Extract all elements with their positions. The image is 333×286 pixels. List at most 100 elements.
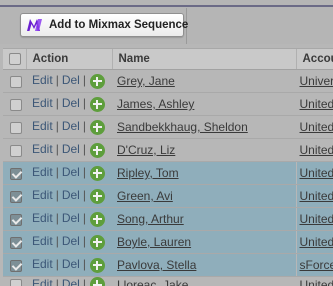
account-name-link[interactable]: United <box>300 143 333 157</box>
contact-name-link[interactable]: Pavlova, Stella <box>117 258 196 272</box>
row-checkbox[interactable] <box>9 144 22 157</box>
row-select-cell[interactable] <box>3 92 26 116</box>
edit-link[interactable]: Edit <box>32 211 53 225</box>
row-checkbox[interactable] <box>9 259 22 272</box>
account-column-header[interactable]: Accou <box>295 48 333 70</box>
contact-name-link[interactable]: D'Cruz, Liz <box>117 143 175 157</box>
add-plus-icon[interactable] <box>89 96 105 112</box>
contact-name-link[interactable]: Green, Avi <box>117 189 173 203</box>
action-separator: | <box>82 73 86 88</box>
contact-name-link[interactable]: James, Ashley <box>117 97 194 111</box>
row-select-cell[interactable] <box>3 138 26 162</box>
action-separator: | <box>82 234 86 249</box>
add-plus-icon[interactable] <box>89 73 105 89</box>
delete-link[interactable]: Del <box>62 188 80 202</box>
row-checkbox[interactable] <box>9 98 22 111</box>
table-row[interactable]: Edit | Del | Ripley, Tom United <box>3 161 333 185</box>
add-plus-icon[interactable] <box>89 211 105 227</box>
delete-link[interactable]: Del <box>62 277 80 286</box>
table-row[interactable]: Edit | Del | Pavlova, Stella sForce <box>3 253 333 277</box>
edit-link[interactable]: Edit <box>32 96 53 110</box>
account-cell: United <box>296 92 333 116</box>
add-plus-icon[interactable] <box>89 277 105 286</box>
add-plus-icon[interactable] <box>89 234 105 250</box>
table-row[interactable]: Edit | Del | James, Ashley United <box>3 92 333 116</box>
add-to-mixmax-sequence-button[interactable]: Add to Mixmax Sequence <box>20 13 188 37</box>
contact-name-cell: Sandbekkhaug, Sheldon <box>112 115 296 139</box>
row-checkbox[interactable] <box>9 279 22 286</box>
contact-name-cell: D'Cruz, Liz <box>112 138 296 162</box>
row-select-cell[interactable] <box>3 276 26 286</box>
contact-name-link[interactable]: Lloreac, Jake <box>117 278 188 286</box>
contact-name-cell: Ripley, Tom <box>112 161 296 185</box>
delete-link[interactable]: Del <box>62 119 80 133</box>
contact-name-cell: Boyle, Lauren <box>112 230 296 254</box>
row-checkbox[interactable] <box>9 75 22 88</box>
row-checkbox[interactable] <box>9 190 22 203</box>
table-row[interactable]: Edit | Del | Song, Arthur United <box>3 207 333 231</box>
table-row[interactable]: Edit | Del | Sandbekkhaug, Sheldon United <box>3 115 333 139</box>
row-select-cell[interactable] <box>3 230 26 254</box>
table-row[interactable]: Edit | Del | Boyle, Lauren United <box>3 230 333 254</box>
edit-link[interactable]: Edit <box>32 119 53 133</box>
delete-link[interactable]: Del <box>62 165 80 179</box>
account-cell: United <box>296 138 333 162</box>
edit-link[interactable]: Edit <box>32 277 53 286</box>
table-row[interactable]: Edit | Del | D'Cruz, Liz United <box>3 138 333 162</box>
row-checkbox[interactable] <box>9 213 22 226</box>
row-actions: Edit | Del | <box>26 276 112 286</box>
row-checkbox[interactable] <box>9 167 22 180</box>
delete-link[interactable]: Del <box>62 211 80 225</box>
row-select-cell[interactable] <box>3 161 26 185</box>
delete-link[interactable]: Del <box>62 234 80 248</box>
account-name-link[interactable]: United <box>300 97 333 111</box>
row-checkbox[interactable] <box>9 121 22 134</box>
table-row[interactable]: Edit | Del | Green, Avi United <box>3 184 333 208</box>
row-select-cell[interactable] <box>3 184 26 208</box>
table-row[interactable]: Edit | Del | Grey, Jane Univer <box>3 69 333 93</box>
contact-name-link[interactable]: Song, Arthur <box>117 212 184 226</box>
delete-link[interactable]: Del <box>62 257 80 271</box>
action-separator: | <box>55 277 59 286</box>
edit-link[interactable]: Edit <box>32 73 53 87</box>
action-separator: | <box>82 257 86 272</box>
add-plus-icon[interactable] <box>89 257 105 273</box>
delete-link[interactable]: Del <box>62 142 80 156</box>
table-row[interactable]: Edit | Del | Lloreac, Jake United <box>3 276 333 286</box>
contact-name-link[interactable]: Sandbekkhaug, Sheldon <box>117 120 248 134</box>
account-name-link[interactable]: United <box>300 120 333 134</box>
delete-link[interactable]: Del <box>62 73 80 87</box>
account-name-link[interactable]: United <box>300 212 333 226</box>
delete-link[interactable]: Del <box>62 96 80 110</box>
contact-name-cell: Lloreac, Jake <box>112 276 296 286</box>
row-select-cell[interactable] <box>3 69 26 93</box>
action-separator: | <box>55 165 59 180</box>
row-checkbox[interactable] <box>9 236 22 249</box>
edit-link[interactable]: Edit <box>32 234 53 248</box>
select-all-checkbox[interactable] <box>9 52 22 65</box>
edit-link[interactable]: Edit <box>32 188 53 202</box>
add-plus-icon[interactable] <box>89 142 105 158</box>
account-name-link[interactable]: Univer <box>300 74 333 88</box>
row-select-cell[interactable] <box>3 115 26 139</box>
row-select-cell[interactable] <box>3 207 26 231</box>
add-plus-icon[interactable] <box>89 119 105 135</box>
account-name-link[interactable]: United <box>300 166 333 180</box>
action-separator: | <box>82 119 86 134</box>
account-name-link[interactable]: United <box>300 235 333 249</box>
name-column-header[interactable]: Name <box>111 48 296 70</box>
row-select-cell[interactable] <box>3 253 26 277</box>
edit-link[interactable]: Edit <box>32 165 53 179</box>
account-name-link[interactable]: United <box>300 189 333 203</box>
account-name-link[interactable]: United <box>300 278 333 286</box>
contact-name-link[interactable]: Ripley, Tom <box>117 166 179 180</box>
select-all-header[interactable] <box>3 48 26 70</box>
row-actions: Edit | Del | <box>26 184 112 208</box>
contact-name-link[interactable]: Boyle, Lauren <box>117 235 191 249</box>
add-plus-icon[interactable] <box>89 165 105 181</box>
account-name-link[interactable]: sForce <box>300 258 333 272</box>
edit-link[interactable]: Edit <box>32 257 53 271</box>
edit-link[interactable]: Edit <box>32 142 53 156</box>
add-plus-icon[interactable] <box>89 188 105 204</box>
contact-name-link[interactable]: Grey, Jane <box>117 74 175 88</box>
